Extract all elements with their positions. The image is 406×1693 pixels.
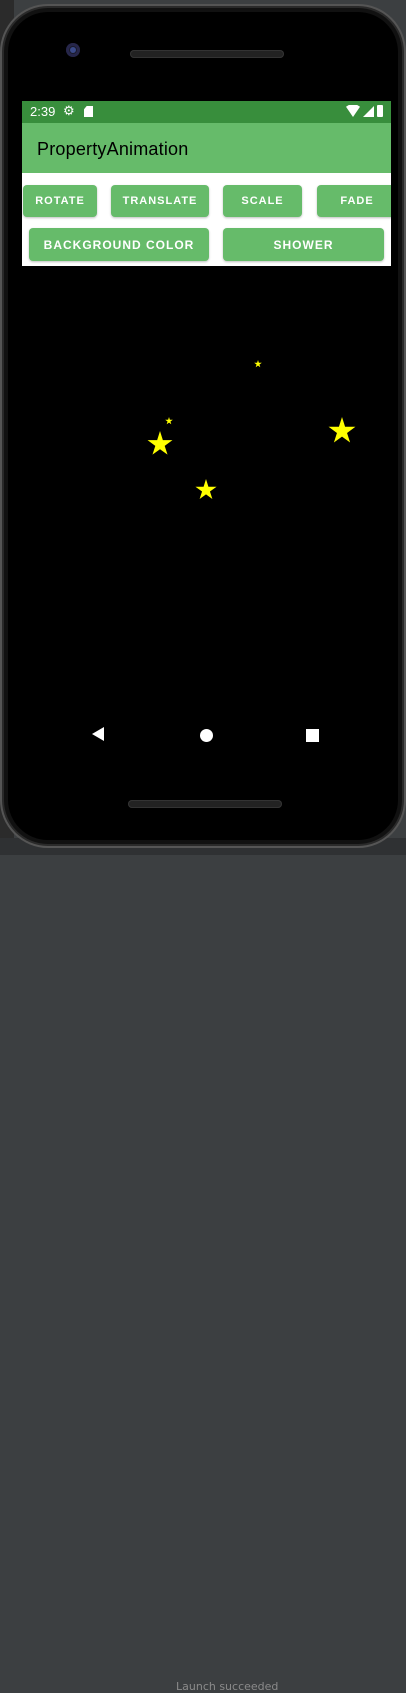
recents-icon[interactable]	[306, 729, 319, 742]
star-icon	[195, 479, 217, 500]
back-icon[interactable]	[92, 727, 104, 741]
star-icon	[165, 417, 173, 425]
wifi-icon	[346, 105, 360, 117]
app-title: PropertyAnimation	[37, 139, 189, 159]
status-icons	[346, 105, 383, 117]
battery-icon	[377, 105, 383, 117]
sd-card-icon	[84, 106, 93, 117]
top-speaker	[130, 50, 284, 58]
bottom-speaker	[128, 800, 282, 808]
gear-icon: ⚙	[63, 103, 75, 118]
star-icon	[147, 431, 173, 455]
rotate-button[interactable]: ROTATE	[23, 185, 97, 217]
front-camera	[66, 43, 80, 57]
star-icon	[328, 417, 356, 443]
app-bar: PropertyAnimation	[22, 123, 391, 173]
button-panel: ROTATE TRANSLATE SCALE FADE BACKGROUND C…	[22, 173, 391, 266]
status-time: 2:39	[30, 104, 56, 119]
scale-button[interactable]: SCALE	[223, 185, 302, 217]
status-bar: 2:39 ⚙	[22, 101, 391, 123]
home-icon[interactable]	[200, 729, 213, 742]
background-color-button[interactable]: BACKGROUND COLOR	[29, 228, 209, 261]
fade-button[interactable]: FADE	[317, 185, 391, 217]
device-screen: 2:39 ⚙ PropertyAnimation ROTATE TRANSLAT…	[22, 101, 391, 781]
signal-icon	[363, 106, 374, 117]
star-icon	[254, 360, 262, 368]
ide-status-text: Launch succeeded	[176, 1680, 279, 1693]
translate-button[interactable]: TRANSLATE	[111, 185, 209, 217]
shower-button[interactable]: SHOWER	[223, 228, 384, 261]
